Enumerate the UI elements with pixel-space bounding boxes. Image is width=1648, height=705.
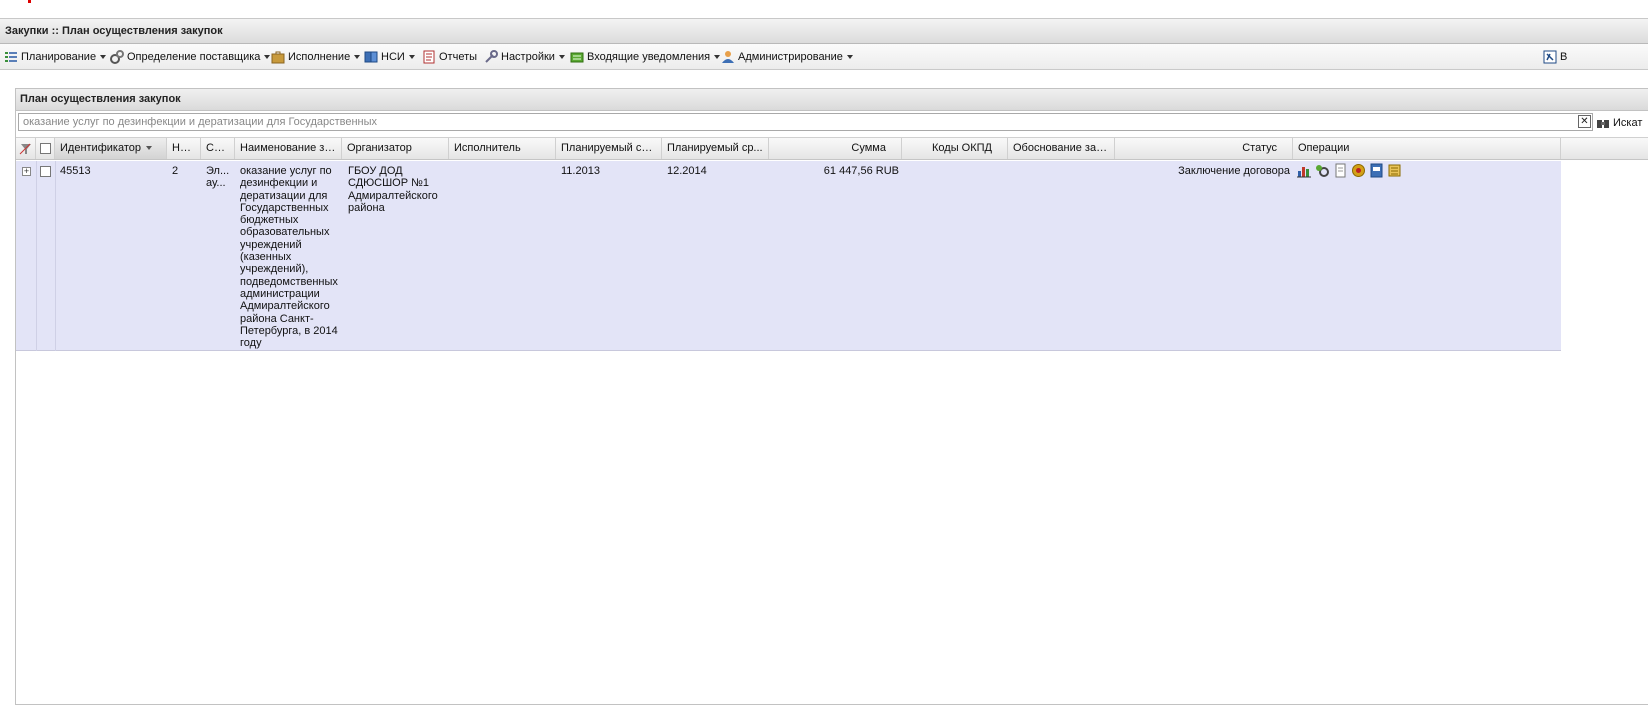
briefcase-icon (271, 50, 285, 64)
row-divider (55, 161, 56, 351)
menu-label: Исполнение (288, 51, 351, 63)
panel-title: План осуществления закупок (20, 93, 181, 105)
menu-nsi[interactable]: НСИ (364, 49, 415, 65)
main-menu: Планирование Определение поставщика Испо… (0, 44, 1648, 70)
chevron-down-icon (354, 55, 361, 59)
column-operations[interactable]: Операции (1293, 138, 1561, 159)
menu-planning[interactable]: Планирование (4, 49, 107, 65)
menu-execution[interactable]: Исполнение (271, 49, 361, 65)
column-number[interactable]: Но... (167, 138, 201, 159)
select-all-column (36, 138, 55, 159)
emblem-icon[interactable] (1351, 163, 1366, 178)
menu-settings[interactable]: Настройки (484, 49, 565, 65)
gears-icon (110, 50, 124, 64)
menu-label: Входящие уведомления (587, 51, 711, 63)
column-okpd[interactable]: Коды ОКПД (902, 138, 1008, 159)
menu-label: Настройки (501, 51, 555, 63)
file-icon[interactable] (1369, 163, 1384, 178)
cell-status: Заключение договора (1178, 165, 1290, 177)
table-row[interactable]: + 45513 2 Эл... ау... оказание услуг по … (16, 161, 1561, 351)
cell-organizer: ГБОУ ДОД СДЮСШОР №1 Адмиралтейского райо… (348, 165, 438, 214)
menu-administration[interactable]: Администрирование (721, 49, 853, 65)
menu-label: Отчеты (439, 51, 478, 63)
chevron-down-icon (408, 55, 415, 59)
menu-label: Определение поставщика (127, 51, 261, 63)
cell-number: 2 (172, 165, 179, 177)
chevron-down-icon (558, 55, 565, 59)
exit-icon (1543, 50, 1557, 64)
column-status[interactable]: Статус (1115, 138, 1293, 159)
column-justification[interactable]: Обоснование зак... (1008, 138, 1115, 159)
row-checkbox[interactable] (40, 166, 51, 177)
app-title: Закупки :: План осуществления закупок (5, 25, 223, 37)
chevron-down-icon (714, 55, 721, 59)
cell-id: 45513 (60, 165, 91, 177)
notification-icon (570, 50, 584, 64)
book-icon (364, 50, 378, 64)
cell-operations (1297, 163, 1405, 178)
clear-search-button[interactable]: ✕ (1578, 115, 1591, 128)
column-id[interactable]: Идентификатор (55, 138, 167, 159)
search-button[interactable]: Искат (1596, 115, 1642, 131)
wrench-icon (484, 50, 498, 64)
cell-method: Эл... ау... (206, 165, 230, 190)
column-planned-end[interactable]: Планируемый ср... (662, 138, 769, 159)
menu-incoming-notifications[interactable]: Входящие уведомления (570, 49, 721, 65)
column-method[interactable]: Сп... (201, 138, 235, 159)
filter-icon (19, 143, 31, 155)
binoculars-icon (1596, 116, 1610, 130)
cell-planned-end: 12.2014 (667, 165, 707, 177)
menu-reports[interactable]: Отчеты (422, 49, 477, 65)
search-input[interactable] (18, 113, 1593, 131)
column-planned-start[interactable]: Планируемый ср... (556, 138, 662, 159)
panel-header: План осуществления закупок (16, 89, 1648, 111)
column-executor[interactable]: Исполнитель (449, 138, 556, 159)
chevron-down-icon (100, 55, 107, 59)
list-icon (4, 50, 18, 64)
chevron-down-icon (264, 55, 271, 59)
user-icon (721, 50, 735, 64)
search-row: ✕ Искат (16, 111, 1648, 135)
search-button-label: Искат (1613, 117, 1643, 129)
red-mark (28, 0, 31, 3)
sort-desc-icon (145, 146, 152, 151)
menu-supplier-selection[interactable]: Определение поставщика (110, 49, 271, 65)
grid-header: Идентификатор Но... Сп... Наименование з… (16, 137, 1648, 160)
procurement-plan-panel: План осуществления закупок ✕ Искат Идент… (15, 88, 1648, 705)
cell-amount: 61 447,56 RUB (823, 165, 899, 177)
menu-label: Планирование (21, 51, 97, 63)
select-all-checkbox[interactable] (40, 143, 51, 154)
settings-icon[interactable] (1315, 163, 1330, 178)
column-amount[interactable]: Сумма (769, 138, 902, 159)
document-icon[interactable] (1333, 163, 1348, 178)
report-icon (422, 50, 436, 64)
column-name[interactable]: Наименование за... (235, 138, 342, 159)
app-titlebar: Закупки :: План осуществления закупок (0, 18, 1648, 44)
menu-label: Администрирование (738, 51, 843, 63)
cell-planned-start: 11.2013 (561, 165, 600, 177)
scroll-icon[interactable] (1387, 163, 1402, 178)
chart-icon[interactable] (1297, 163, 1312, 178)
chevron-down-icon (846, 55, 853, 59)
column-organizer[interactable]: Организатор (342, 138, 449, 159)
cell-name: оказание услуг по дезинфекции и дератиза… (240, 165, 338, 350)
clear-filter-button[interactable] (16, 138, 36, 159)
row-divider (36, 161, 37, 351)
menu-label: В (1560, 51, 1568, 63)
expand-row-button[interactable]: + (22, 167, 31, 176)
menu-label: НСИ (381, 51, 405, 63)
menu-exit[interactable]: В (1543, 49, 1567, 65)
